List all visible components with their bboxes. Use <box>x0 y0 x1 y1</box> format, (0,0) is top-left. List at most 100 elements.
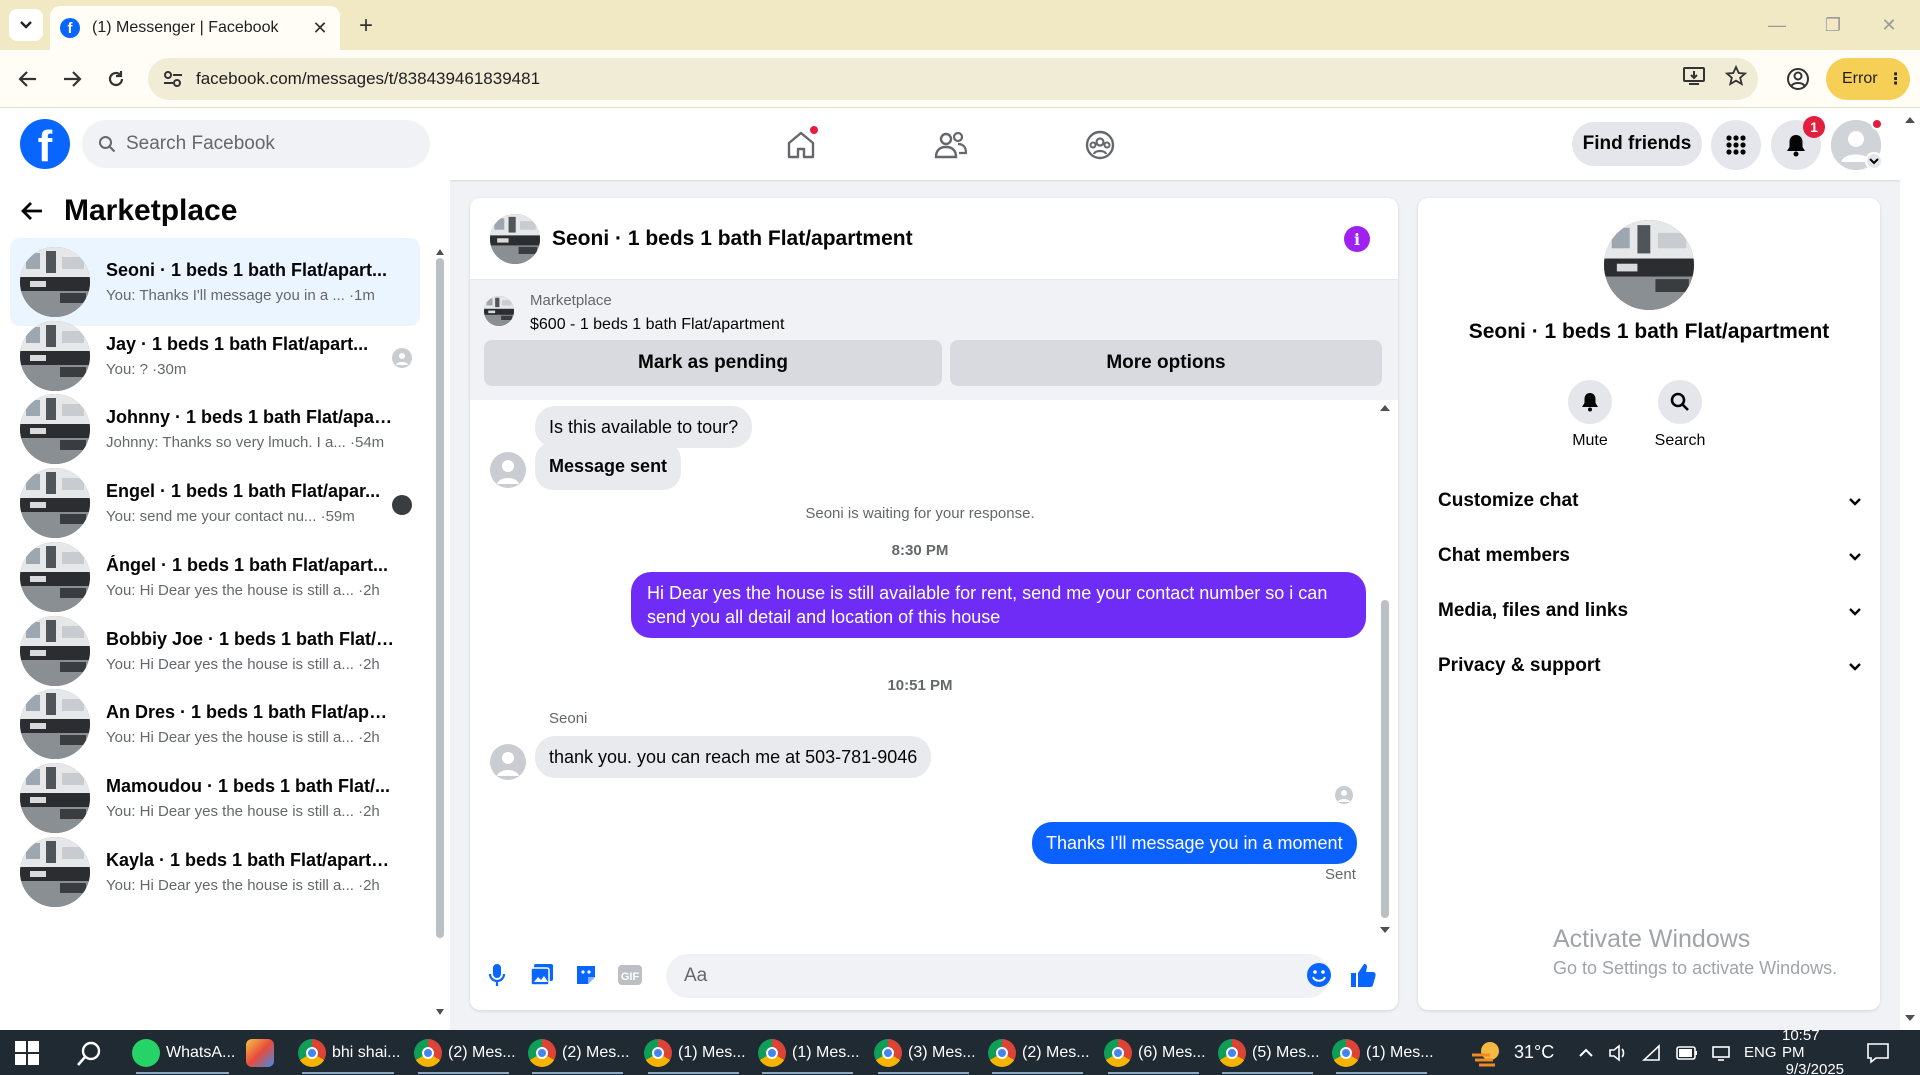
chevron-down-icon <box>1849 607 1861 616</box>
info-icon[interactable]: i <box>1344 226 1370 252</box>
chat-members-row[interactable]: Chat members <box>1438 536 1862 576</box>
menu-grid-icon[interactable] <box>1711 120 1761 170</box>
taskbar-chrome-window[interactable]: (1) Mes... <box>644 1034 746 1074</box>
taskbar-chrome-window[interactable]: (2) Mes... <box>414 1034 516 1074</box>
tab-search-button[interactable] <box>9 9 43 41</box>
back-arrow-icon[interactable] <box>20 200 44 222</box>
more-options-button[interactable]: More options <box>950 340 1382 386</box>
chrome-icon <box>644 1039 672 1067</box>
find-friends-button[interactable]: Find friends <box>1572 122 1702 166</box>
conversation-preview: You: Thanks I'll message you in a ... ·1… <box>106 287 375 304</box>
page-scrollbar[interactable] <box>1900 108 1920 1030</box>
mute-label: Mute <box>1572 432 1608 449</box>
taskbar-whatsapp[interactable]: WhatsA... <box>132 1034 235 1074</box>
chrome-icon <box>874 1039 902 1067</box>
mark-as-pending-button[interactable]: Mark as pending <box>484 340 942 386</box>
restore-icon[interactable]: ❐ <box>1818 12 1848 38</box>
close-tab-icon[interactable]: ✕ <box>310 18 330 38</box>
taskbar-chrome-window[interactable]: (1) Mes... <box>758 1034 860 1074</box>
sender-avatar <box>490 452 526 488</box>
photo-icon[interactable] <box>527 960 557 990</box>
taskbar-chrome-window[interactable]: (2) Mes... <box>988 1034 1090 1074</box>
forward-icon[interactable] <box>56 63 88 95</box>
home-icon[interactable] <box>776 120 826 170</box>
error-label: Error <box>1842 70 1878 87</box>
message-input[interactable] <box>666 954 1330 998</box>
account-notification-dot <box>1871 118 1883 130</box>
svg-text:GIF: GIF <box>621 971 640 983</box>
chat-scrollbar[interactable] <box>1378 400 1392 940</box>
sticker-icon[interactable] <box>571 960 601 990</box>
system-tray[interactable]: ENG <box>1578 1030 1777 1075</box>
search-in-chat-button[interactable]: Search <box>1640 380 1720 450</box>
clock-time: 10:57 PM <box>1782 1027 1820 1061</box>
facebook-logo-icon[interactable]: f <box>20 119 70 169</box>
taskbar-chrome-window[interactable]: (3) Mes... <box>874 1034 976 1074</box>
mute-button[interactable]: Mute <box>1550 380 1630 450</box>
facebook-search[interactable] <box>82 120 430 168</box>
privacy-support-row[interactable]: Privacy & support <box>1438 646 1862 686</box>
address-bar[interactable]: facebook.com/messages/t/838439461839481 <box>148 58 1758 100</box>
microphone-icon[interactable] <box>482 960 512 990</box>
sidebar-title: Marketplace <box>64 194 238 227</box>
taskbar-search-icon[interactable] <box>76 1040 104 1068</box>
message-bubble-incoming: thank you. you can reach me at 503-781-9… <box>535 736 932 778</box>
browser-tab[interactable]: f (1) Messenger | Facebook ✕ <box>50 6 340 50</box>
listing-thumbnail <box>484 296 514 326</box>
taskbar-label: (1) Mes... <box>792 1044 860 1061</box>
new-tab-button[interactable]: + <box>352 12 380 40</box>
back-icon[interactable] <box>12 63 44 95</box>
row-label: Privacy & support <box>1438 655 1601 676</box>
search-input[interactable] <box>126 133 406 155</box>
chat-title: Seoni · 1 beds 1 bath Flat/apartment <box>552 226 913 250</box>
taskbar-chrome-window[interactable]: (6) Mes... <box>1104 1034 1206 1074</box>
minimize-icon[interactable]: — <box>1762 12 1792 38</box>
customize-chat-row[interactable]: Customize chat <box>1438 481 1862 521</box>
weather-widget[interactable]: 31°C <box>1470 1030 1554 1075</box>
gif-icon[interactable]: GIF <box>615 960 645 990</box>
message-sent-card: Message sent <box>535 442 682 490</box>
search-icon <box>99 136 116 153</box>
media-files-links-row[interactable]: Media, files and links <box>1438 591 1862 631</box>
conversation-thumbnail <box>20 468 90 539</box>
install-app-icon[interactable] <box>1678 60 1710 92</box>
conversation-thumbnail <box>20 689 90 760</box>
windows-start-icon[interactable] <box>14 1040 40 1066</box>
notifications-button[interactable]: 1 <box>1771 116 1825 170</box>
marketplace-label: Marketplace <box>530 292 612 309</box>
conversation-item[interactable]: Kayla · 1 beds 1 bath Flat/apartm... You:… <box>10 828 420 916</box>
taskbar-label: (5) Mes... <box>1252 1044 1320 1061</box>
clock[interactable]: 10:57 PM 9/3/2025 <box>1782 1027 1844 1075</box>
reload-icon[interactable] <box>100 63 132 95</box>
row-label: Media, files and links <box>1438 600 1629 621</box>
sidebar-scrollbar[interactable] <box>434 248 444 1018</box>
kebab-menu-icon: ⋮ <box>1887 71 1904 88</box>
search-label: Search <box>1654 432 1706 449</box>
timestamp: 8:30 PM <box>891 542 949 559</box>
chrome-icon <box>1218 1039 1246 1067</box>
taskbar-chrome-window[interactable]: bhi shai... <box>298 1034 400 1074</box>
taskbar-label: (3) Mes... <box>908 1044 976 1061</box>
emoji-icon[interactable] <box>1304 960 1334 990</box>
site-info-icon[interactable] <box>162 70 184 88</box>
browser-profile-icon[interactable] <box>1782 63 1814 95</box>
conversation-name: Bobbiy Joe · 1 beds 1 bath Flat/a... <box>106 628 396 649</box>
taskbar-chrome-window[interactable]: (5) Mes... <box>1218 1034 1320 1074</box>
notification-center-icon[interactable] <box>1866 1030 1890 1075</box>
close-window-icon[interactable]: ✕ <box>1874 12 1904 38</box>
friends-icon[interactable] <box>926 120 976 170</box>
thumbs-up-icon[interactable] <box>1348 960 1378 990</box>
taskbar-chrome-window[interactable]: (1) Mes... <box>1332 1034 1434 1074</box>
chat-header[interactable]: Seoni · 1 beds 1 bath Flat/apartment i <box>470 198 1398 280</box>
bookmark-star-icon[interactable] <box>1720 60 1752 92</box>
taskbar-paint[interactable] <box>246 1034 280 1072</box>
waiting-note: Seoni is waiting for your response. <box>805 505 1035 522</box>
error-menu-button[interactable]: Error ⋮ <box>1826 58 1910 100</box>
conversation-thumbnail <box>20 762 90 833</box>
taskbar-label: (1) Mes... <box>1366 1044 1434 1061</box>
groups-icon[interactable] <box>1075 120 1125 170</box>
account-avatar[interactable] <box>1831 118 1883 170</box>
taskbar-chrome-window[interactable]: (2) Mes... <box>528 1034 630 1074</box>
read-receipt-avatar <box>392 347 412 368</box>
search-icon <box>1670 392 1689 411</box>
